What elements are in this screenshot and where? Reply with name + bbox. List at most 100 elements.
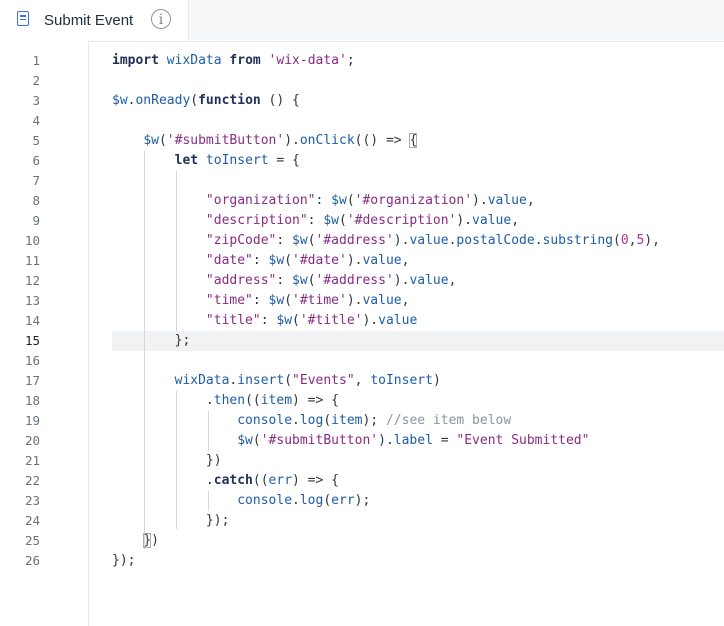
code-token: "time": [205, 293, 253, 308]
code-token: catch: [213, 473, 253, 488]
code-token: log: [299, 493, 324, 508]
code-token: toInsert: [370, 373, 433, 388]
code-token: ).: [472, 193, 488, 208]
code-line[interactable]: $w('#submitButton').label = "Event Submi…: [112, 431, 589, 451]
code-line[interactable]: "description": $w('#description').value,: [112, 211, 519, 231]
code-token: $w: [292, 273, 308, 288]
code-token: $w: [268, 253, 285, 268]
code-token: (: [190, 93, 199, 108]
code-token: $w: [112, 93, 128, 108]
code-line[interactable]: "title": $w('#title').value: [112, 311, 417, 331]
code-token: .: [292, 413, 300, 428]
line-number: 24: [24, 513, 40, 528]
code-line[interactable]: });: [112, 551, 135, 571]
code-token: ).: [346, 293, 363, 308]
code-token: '#time': [292, 293, 347, 308]
code-token: ).: [393, 273, 410, 288]
code-token: function: [198, 93, 261, 108]
line-number: 17: [24, 373, 40, 388]
code-token: {: [409, 133, 418, 148]
code-token: $w: [237, 433, 253, 448]
line-number: 8: [32, 193, 40, 208]
code-token: :: [252, 253, 269, 268]
code-token: (() =>: [354, 133, 410, 148]
code-token: ).: [456, 213, 473, 228]
line-number: 22: [24, 473, 40, 488]
code-token: "zipCode": [205, 233, 277, 248]
code-line[interactable]: "date": $w('#date').value,: [112, 251, 410, 271]
info-icon[interactable]: i: [151, 9, 171, 29]
code-token: import: [112, 53, 159, 68]
code-line[interactable]: wixData.insert("Events", toInsert): [112, 371, 441, 391]
code-token: ;: [346, 53, 355, 68]
line-number: 20: [24, 433, 40, 448]
code-line[interactable]: "organization": $w('#organization').valu…: [112, 191, 535, 211]
code-token: (: [284, 293, 293, 308]
code-token: $w: [292, 233, 308, 248]
code-line[interactable]: "zipCode": $w('#address').value.postalCo…: [112, 231, 660, 251]
code-line[interactable]: console.log(err);: [112, 491, 370, 511]
code-token: '#date': [292, 253, 347, 268]
tab-submit-event[interactable]: Submit Event i: [0, 0, 188, 41]
code-token: };: [112, 333, 191, 348]
code-token: onReady: [135, 93, 191, 108]
code-token: ) => {: [292, 473, 339, 488]
code-line[interactable]: $w('#submitButton').onClick(() => {: [112, 131, 418, 151]
code-token: $w: [323, 213, 339, 228]
code-line[interactable]: "time": $w('#time').value,: [112, 291, 410, 311]
code-line[interactable]: import wixData from 'wix-data';: [112, 51, 355, 71]
page-icon: [17, 11, 29, 26]
tab-title: Submit Event: [44, 12, 134, 29]
code-token: $w: [276, 313, 293, 328]
code-line[interactable]: .catch((err) => {: [112, 471, 339, 491]
code-token: //see item below: [385, 413, 512, 428]
line-number-gutter: 1 2 3 4 5 6 7 8 9 10 11 12 13 14 15 16 17 18 19 20 21 22 23 24 2…: [0, 41, 89, 626]
code-token: ).: [378, 433, 394, 448]
code-line[interactable]: .then((item) => {: [112, 391, 339, 411]
code-token: then: [213, 393, 246, 408]
code-token: "address": [205, 273, 277, 288]
code-token: "description": [205, 213, 308, 228]
code-token: (: [323, 413, 332, 428]
line-number: 15: [24, 333, 40, 348]
code-token: ,: [354, 373, 371, 388]
code-line[interactable]: };: [112, 331, 191, 351]
code-token: }): [112, 453, 222, 468]
code-token: $w: [268, 293, 285, 308]
code-token: $w: [143, 133, 159, 148]
code-token: (: [338, 213, 347, 228]
code-token: .: [112, 393, 214, 408]
code-line[interactable]: let toInsert = {: [112, 151, 300, 171]
code-token: "title": [205, 313, 261, 328]
code-token: ): [432, 373, 441, 388]
line-number: 2: [32, 73, 40, 88]
code-token: value: [378, 313, 418, 328]
code-line[interactable]: }): [112, 531, 159, 551]
code-token: =: [432, 433, 457, 448]
code-line[interactable]: $w.onReady(function () {: [112, 91, 300, 111]
code-token: (: [612, 233, 621, 248]
code-token: 'wix-data': [260, 53, 347, 68]
code-token: toInsert: [198, 153, 269, 168]
code-line[interactable]: console.log(item); //see item below: [112, 411, 511, 431]
code-line[interactable]: }): [112, 451, 222, 471]
code-line[interactable]: "address": $w('#address').value,: [112, 271, 457, 291]
code-token: item: [331, 413, 363, 428]
code-token: log: [299, 413, 324, 428]
code-token: ): [151, 533, 159, 548]
code-token: ).: [362, 313, 379, 328]
code-token: item: [260, 393, 293, 408]
code-token: :: [276, 273, 293, 288]
code-token: (: [252, 433, 261, 448]
code-token: (: [307, 273, 316, 288]
code-token: value: [409, 273, 449, 288]
code-line[interactable]: });: [112, 511, 230, 531]
